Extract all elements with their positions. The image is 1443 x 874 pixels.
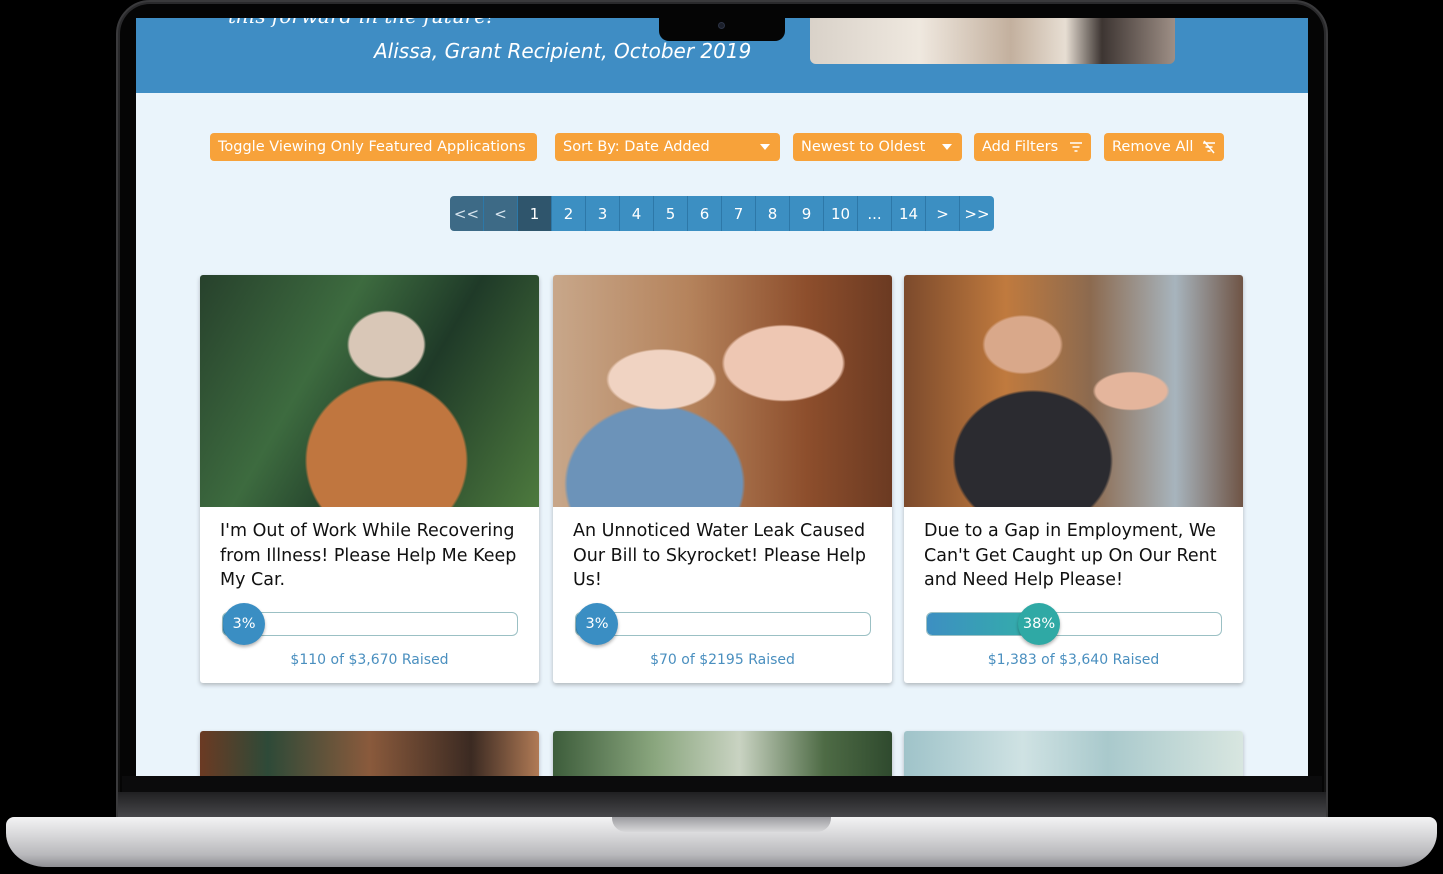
page-button-3[interactable]: 3 bbox=[586, 196, 620, 231]
chevron-down-icon bbox=[760, 144, 770, 150]
page-prev-button[interactable]: < bbox=[484, 196, 518, 231]
chevron-down-icon bbox=[942, 144, 952, 150]
campaign-card[interactable] bbox=[553, 731, 892, 776]
campaign-photo bbox=[200, 275, 539, 507]
laptop-lower-bezel bbox=[122, 776, 1322, 792]
page-button-6[interactable]: 6 bbox=[688, 196, 722, 231]
campaign-photo bbox=[200, 731, 539, 776]
filter-controls: Toggle Viewing Only Featured Application… bbox=[136, 133, 1308, 161]
campaign-photo bbox=[904, 275, 1243, 507]
add-filters-button[interactable]: Add Filters bbox=[974, 133, 1091, 161]
add-filters-label: Add Filters bbox=[982, 139, 1059, 155]
camera-notch bbox=[659, 18, 785, 41]
page-button-10[interactable]: 10 bbox=[824, 196, 858, 231]
featured-toggle-button[interactable]: Toggle Viewing Only Featured Application… bbox=[210, 133, 537, 161]
page-first-button[interactable]: << bbox=[450, 196, 484, 231]
page-button-5[interactable]: 5 bbox=[654, 196, 688, 231]
page-button-7[interactable]: 7 bbox=[722, 196, 756, 231]
filter-icon bbox=[1070, 142, 1082, 152]
progress-track: 38% bbox=[926, 603, 1222, 645]
page-last-button[interactable]: >> bbox=[960, 196, 994, 231]
campaign-card[interactable]: Due to a Gap in Employment, We Can't Get… bbox=[904, 275, 1243, 683]
page-button-4[interactable]: 4 bbox=[620, 196, 654, 231]
camera-icon bbox=[718, 22, 725, 29]
campaign-title: An Unnoticed Water Leak Caused Our Bill … bbox=[573, 521, 866, 590]
campaign-photo bbox=[904, 731, 1243, 776]
clear-filter-icon bbox=[1203, 140, 1215, 154]
laptop-opening-groove bbox=[612, 817, 831, 832]
campaign-photo bbox=[553, 731, 892, 776]
campaign-photo bbox=[553, 275, 892, 507]
campaign-card[interactable]: An Unnoticed Water Leak Caused Our Bill … bbox=[553, 275, 892, 683]
amount-raised: $1,383 of $3,640 Raised bbox=[987, 652, 1160, 668]
sort-by-dropdown[interactable]: Sort By: Date Added bbox=[555, 133, 780, 161]
testimonial-author: Alissa, Grant Recipient, October 2019 bbox=[374, 39, 752, 63]
order-dropdown[interactable]: Newest to Oldest bbox=[793, 133, 962, 161]
page-button-8[interactable]: 8 bbox=[756, 196, 790, 231]
laptop-screen: this forward in the future! Alissa, Gran… bbox=[136, 18, 1308, 776]
page-button-2[interactable]: 2 bbox=[552, 196, 586, 231]
page-next-button[interactable]: > bbox=[926, 196, 960, 231]
remove-all-button[interactable]: Remove All bbox=[1104, 133, 1224, 161]
progress-percent: 3% bbox=[576, 603, 618, 645]
pagination: << < 1 2 3 4 5 6 7 8 9 10 ... 14 > >> bbox=[450, 196, 994, 231]
progress-track: 3% bbox=[575, 603, 871, 645]
page-button-14[interactable]: 14 bbox=[892, 196, 926, 231]
campaign-card[interactable]: I'm Out of Work While Recovering from Il… bbox=[200, 275, 539, 683]
testimonial-photo bbox=[810, 18, 1175, 64]
page-ellipsis: ... bbox=[858, 196, 892, 231]
progress-percent: 38% bbox=[1018, 603, 1060, 645]
amount-raised: $70 of $2195 Raised bbox=[650, 652, 795, 668]
order-label: Newest to Oldest bbox=[801, 139, 926, 155]
remove-all-label: Remove All bbox=[1112, 139, 1194, 155]
progress-track: 3% bbox=[222, 603, 518, 645]
campaign-title: I'm Out of Work While Recovering from Il… bbox=[220, 521, 517, 590]
campaign-card[interactable] bbox=[904, 731, 1243, 776]
campaign-card[interactable] bbox=[200, 731, 539, 776]
testimonial-quote: this forward in the future! bbox=[228, 18, 494, 28]
progress-percent: 3% bbox=[223, 603, 265, 645]
featured-toggle-label: Toggle Viewing Only Featured Application… bbox=[218, 139, 526, 155]
sort-by-label: Sort By: Date Added bbox=[563, 139, 710, 155]
amount-raised: $110 of $3,670 Raised bbox=[290, 652, 449, 668]
campaign-title: Due to a Gap in Employment, We Can't Get… bbox=[924, 521, 1217, 590]
page-button-9[interactable]: 9 bbox=[790, 196, 824, 231]
laptop-hinge bbox=[118, 792, 1326, 819]
page-button-1[interactable]: 1 bbox=[518, 196, 552, 231]
